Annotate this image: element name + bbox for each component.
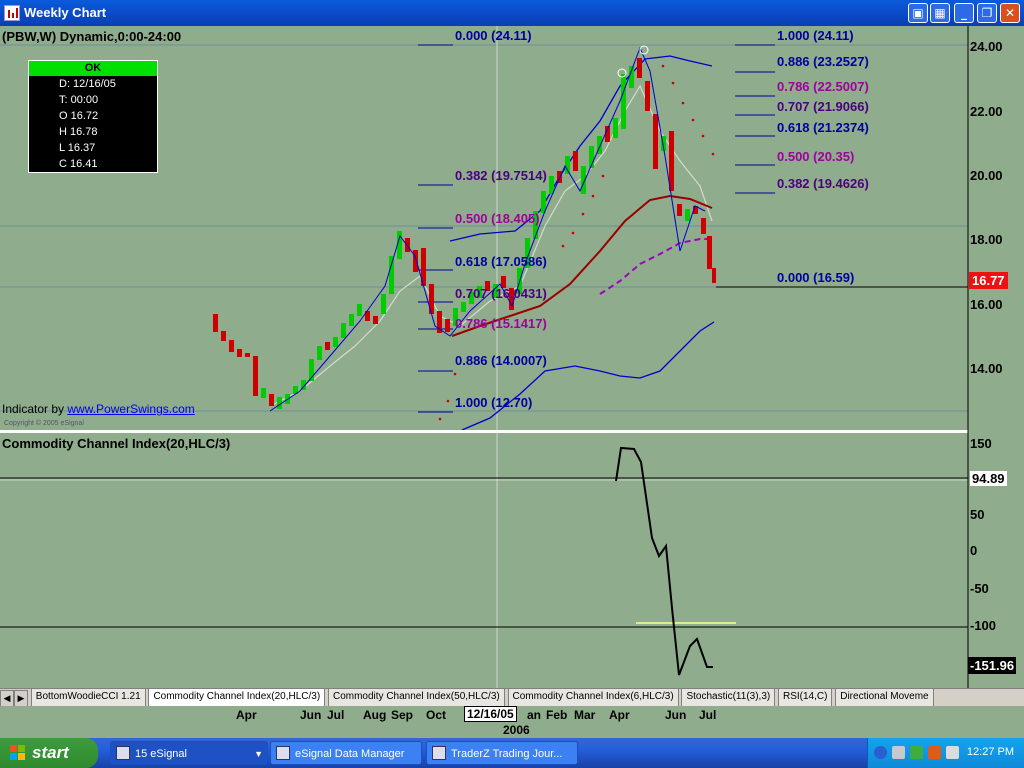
esignal-icon [116,746,130,760]
fib-left-5: 0.786 (15.1417) [455,316,547,331]
fib-right-0: 1.000 (24.11) [777,28,854,43]
indicator-credit: Indicator by www.PowerSwings.com [2,402,195,416]
tab-cci-20[interactable]: Commodity Channel Index(20,HLC/3) [148,689,326,707]
fib-right-2: 0.786 (22.5007) [777,79,869,94]
month-aug-2005: Aug [363,708,387,722]
copyright-text: Copyright © 2005 eSignal [4,420,84,427]
fib-left-3: 0.618 (17.0586) [455,254,547,269]
tray-expand-icon[interactable] [874,746,887,759]
month-feb-2006: Feb [546,708,568,722]
title-chart-button[interactable]: ▣ [908,3,928,23]
fib-right-4: 0.618 (21.2374) [777,120,869,135]
month-apr-2005: Apr [236,708,257,722]
fib-left-0: 0.000 (24.11) [455,28,532,43]
chart-app-icon [4,5,20,21]
network-icon[interactable] [910,746,923,759]
year-label: 2006 [503,723,530,737]
maximize-icon[interactable]: ❐ [977,3,997,23]
ok-line-close: C 16.41 [59,158,98,170]
fib-left-6: 0.886 (14.0007) [455,353,547,368]
price-tick-18: 18.00 [970,232,1003,247]
symbol-label: (PBW,W) Dynamic,0:00-24:00 [2,29,182,44]
indicator-tabs: ◀ ▶ BottomWoodieCCI 1.21 Commodity Channe… [0,688,1024,708]
clock[interactable]: 12:27 PM [967,746,1014,758]
fib-right-5: 0.500 (20.35) [777,149,855,164]
month-jun-2006: Jun [665,708,687,722]
month-jul-2006: Jul [699,708,717,722]
tab-scroll-right[interactable]: ▶ [14,690,28,707]
current-price-badge: 16.77 [969,272,1008,289]
month-jan-2006: an [527,708,542,722]
printer-icon[interactable] [892,746,905,759]
fib-left-4: 0.707 (16.0431) [455,286,547,301]
cci-tick-150: 150 [970,436,992,451]
task-esignal[interactable]: 15 eSignal ▼ [110,741,268,765]
cci-tick-50: 50 [970,507,985,522]
chevron-down-icon: ▼ [254,749,263,759]
minimize-icon[interactable]: _ [954,3,974,23]
fib-left-7: 1.000 (12.70) [455,395,533,410]
month-jun-2005: Jun [300,708,322,722]
tab-bottomwoodiecci[interactable]: BottomWoodieCCI 1.21 [30,689,146,707]
task-traderz-label: TraderZ Trading Jour... [451,748,563,760]
ok-header: OK [29,61,157,76]
title-tile-button[interactable]: ▦ [930,3,950,23]
month-sep-2005: Sep [391,708,414,722]
tab-rsi[interactable]: RSI(14,C) [778,689,833,707]
title-bar: Weekly Chart ▣ ▦ _ ❐ ✕ [0,0,1024,26]
price-tick-24: 24.00 [970,39,1003,54]
task-data-manager[interactable]: eSignal Data Manager [270,741,422,765]
fib-left-2: 0.500 (18.405) [455,211,540,226]
cci-tick-minus50: -50 [970,581,989,596]
windows-flag-icon [10,745,26,761]
cursor-date-label: 12/16/05 [464,706,517,722]
cci-ref-value: 94.89 [970,471,1007,486]
security-icon[interactable] [928,746,941,759]
price-tick-22: 22.00 [970,104,1003,119]
ok-line-high: H 16.78 [59,126,98,138]
cci-title: Commodity Channel Index(20,HLC/3) [2,436,231,451]
fib-right-6: 0.382 (19.4626) [777,176,869,191]
price-tick-20: 20.00 [970,168,1003,183]
fib-left-1: 0.382 (19.7514) [455,168,547,183]
time-axis: Apr Jun Jul Aug Sep Oct 12/16/05 an Feb … [0,706,1024,738]
fib-right-3: 0.707 (21.9066) [777,99,869,114]
document-icon [432,746,446,760]
data-manager-icon [276,746,290,760]
window-title: Weekly Chart [24,5,107,20]
cci-tick-0: 0 [970,543,978,558]
month-oct-2005: Oct [426,708,447,722]
task-traderz[interactable]: TraderZ Trading Jour... [426,741,578,765]
ok-line-time: T: 00:00 [59,94,99,106]
cci-tick-minus100: -100 [970,618,997,633]
tab-stochastic[interactable]: Stochastic(11(3),3) [681,689,776,707]
ok-line-low: L 16.37 [59,142,96,154]
tab-cci-50[interactable]: Commodity Channel Index(50,HLC/3) [327,689,505,707]
month-apr-2006: Apr [609,708,630,722]
volume-icon[interactable] [946,746,959,759]
start-button[interactable]: start [0,738,98,768]
task-esignal-label: 15 eSignal [135,748,187,760]
taskbar: start 15 eSignal ▼ eSignal Data Manager … [0,738,1024,768]
ok-line-open: O 16.72 [59,110,99,122]
close-icon[interactable]: ✕ [1000,3,1020,23]
task-data-manager-label: eSignal Data Manager [295,748,405,760]
fib-right-7: 0.000 (16.59) [777,270,855,285]
ok-info-box: OK D: 12/16/05 T: 00:00 O 16.72 H 16.78 … [28,60,158,173]
indicator-credit-text: Indicator by [2,402,65,416]
month-mar-2006: Mar [574,708,596,722]
chart-area[interactable]: OK D: 12/16/05 T: 00:00 O 16.72 H 16.78 … [0,26,1024,688]
tab-scroll-left[interactable]: ◀ [0,690,14,707]
tab-cci-6[interactable]: Commodity Channel Index(6,HLC/3) [507,689,679,707]
system-tray: 12:27 PM [867,738,1024,768]
powerswings-link[interactable]: www.PowerSwings.com [67,402,194,416]
start-label: start [32,743,69,762]
price-tick-14: 14.00 [970,361,1003,376]
fib-right-1: 0.886 (23.2527) [777,54,869,69]
month-jul-2005: Jul [327,708,345,722]
ok-line-date: D: 12/16/05 [59,78,116,90]
tab-directional-movement[interactable]: Directional Moveme [835,689,934,707]
price-tick-16: 16.00 [970,297,1003,312]
cci-current-value: -151.96 [968,657,1017,674]
